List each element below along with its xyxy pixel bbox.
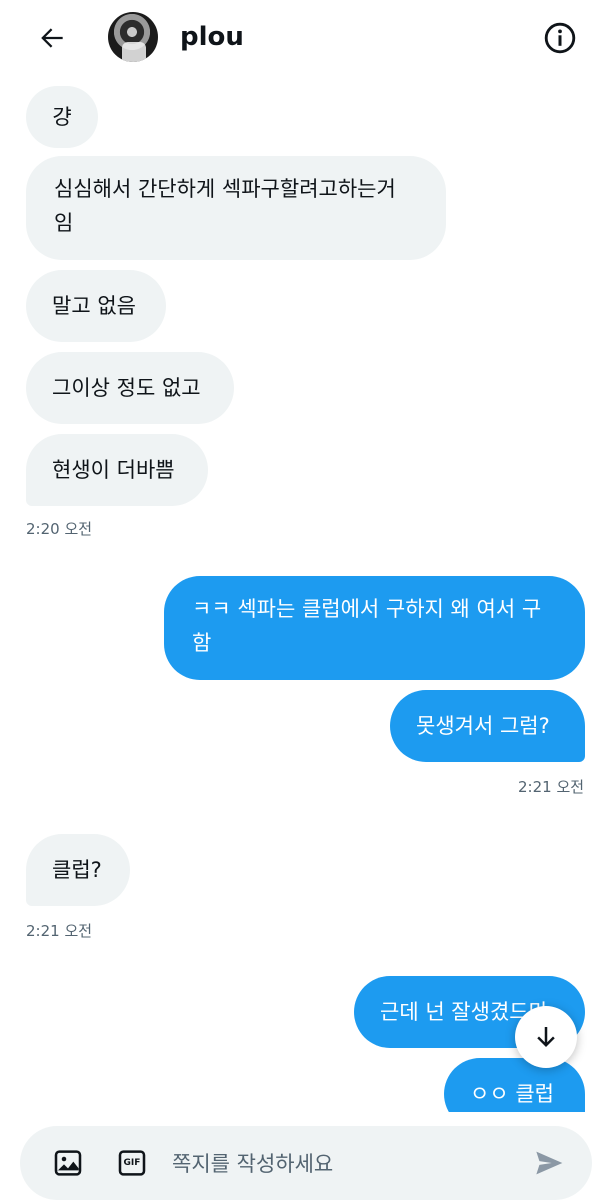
add-image-button[interactable] xyxy=(51,1146,85,1180)
message-input[interactable] xyxy=(170,1140,534,1188)
arrow-down-icon xyxy=(537,1027,555,1047)
conversation-header: plou xyxy=(0,0,611,76)
message-bubble-incoming[interactable]: 클럽? xyxy=(26,834,130,906)
message-bubble-outgoing[interactable]: ㅋㅋ 섹파는 클럽에서 구하지 왜 여서 구 함 xyxy=(164,576,585,680)
back-button[interactable] xyxy=(34,20,70,56)
message-composer: GIF xyxy=(20,1126,592,1200)
gif-label: GIF xyxy=(123,1158,141,1168)
avatar[interactable] xyxy=(108,12,158,62)
message-bubble-incoming[interactable]: 심심해서 간단하게 섹파구할려고하는거 임 xyxy=(26,156,446,260)
scroll-to-bottom-button[interactable] xyxy=(515,1006,577,1068)
message-bubble-incoming[interactable]: 걍 xyxy=(26,86,98,148)
message-timestamp: 2:20 오전 xyxy=(26,520,93,538)
send-icon xyxy=(536,1151,563,1175)
arrow-left-icon xyxy=(41,28,63,48)
message-bubble-incoming[interactable]: 그이상 정도 없고 xyxy=(26,352,234,424)
add-gif-button[interactable]: GIF xyxy=(115,1146,149,1180)
image-icon xyxy=(54,1150,82,1176)
message-bubble-outgoing[interactable]: 못생겨서 그럼? xyxy=(390,690,585,762)
message-bubble-incoming[interactable]: 현생이 더바쁨 xyxy=(26,434,208,506)
message-timestamp: 2:21 오전 xyxy=(26,922,93,940)
info-circle-icon xyxy=(544,22,576,54)
conversation-username[interactable]: plou xyxy=(180,22,244,52)
send-button[interactable] xyxy=(532,1146,566,1180)
info-button[interactable] xyxy=(540,18,580,58)
message-bubble-incoming[interactable]: 말고 없음 xyxy=(26,270,166,342)
message-timestamp: 2:21 오전 xyxy=(518,778,585,796)
